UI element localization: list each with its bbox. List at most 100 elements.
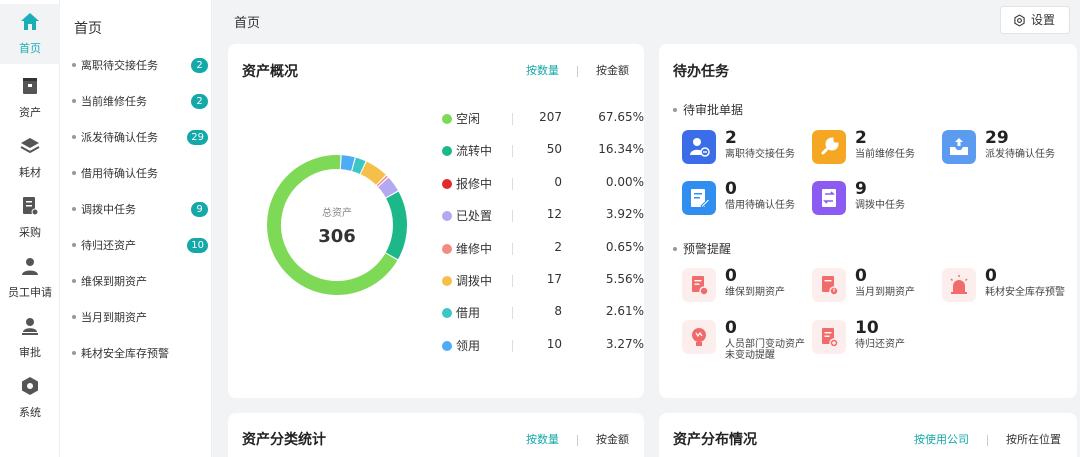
donut-segment-7[interactable] bbox=[352, 157, 366, 174]
layers-icon bbox=[20, 138, 40, 154]
legend-swatch bbox=[442, 211, 452, 222]
menu-item-transfer[interactable]: 调拨中任务 9 bbox=[72, 201, 212, 221]
toggle-by-company[interactable]: 按使用公司 bbox=[914, 433, 969, 446]
donut-segment-8[interactable] bbox=[340, 155, 355, 171]
legend-row[interactable]: 维修中 2 0.65% bbox=[442, 239, 644, 258]
legend-percent: 5.56% bbox=[605, 272, 644, 286]
menu-title: 首页 bbox=[74, 21, 102, 37]
rail-item-approval[interactable]: 审批 bbox=[0, 308, 60, 368]
legend-swatch bbox=[442, 276, 452, 286]
legend-row[interactable]: 流转中 50 16.34% bbox=[442, 142, 644, 160]
menu-item-handover[interactable]: 离职待交接任务 2 bbox=[72, 57, 212, 77]
legend-name: 报修中 bbox=[456, 176, 493, 191]
bulb-alert-icon bbox=[682, 320, 716, 354]
warning-section-title: 预警提醒 bbox=[673, 240, 731, 257]
legend-name: 借用 bbox=[456, 306, 481, 321]
legend-row[interactable]: 已处置 12 3.92% bbox=[442, 207, 644, 225]
breadcrumb: 首页 bbox=[234, 16, 261, 31]
rail-item-employee-apply[interactable]: 员工申请 bbox=[0, 248, 60, 308]
legend-percent: 3.92% bbox=[605, 207, 644, 222]
legend-percent: 0.65% bbox=[605, 239, 644, 254]
menu-item-month-due[interactable]: 当月到期资产 bbox=[72, 309, 212, 329]
asset-category-card: 资产分类统计 按数量 按金额 bbox=[228, 413, 644, 457]
count-badge: 29 bbox=[187, 130, 208, 145]
menu-item-return[interactable]: 待归还资产 10 bbox=[72, 237, 212, 257]
todo-card: 待办任务 待审批单据 2 离职待交接任务 2 当前维修任务 29 派发待确认任务… bbox=[659, 44, 1077, 398]
count-badge: 9 bbox=[191, 202, 208, 217]
icon-rail: 首页 资产 耗材 采购 员工申请 审批 系统 bbox=[0, 0, 60, 457]
rail-item-consumables[interactable]: 耗材 bbox=[0, 128, 60, 188]
overview-toggle: 按数量 按金额 bbox=[526, 62, 629, 78]
asset-donut-chart bbox=[267, 155, 407, 295]
menu-item-stock-warning[interactable]: 耗材安全库存预警 bbox=[72, 345, 212, 365]
card-title: 待办任务 bbox=[673, 64, 729, 80]
donut-center-value: 306 bbox=[318, 226, 356, 247]
legend-swatch bbox=[442, 243, 452, 254]
legend-name: 流转中 bbox=[456, 144, 493, 159]
task-dispatch[interactable]: 29 派发待确认任务 bbox=[942, 128, 1072, 168]
rail-item-asset[interactable]: 资产 bbox=[0, 68, 60, 128]
menu-item-repair[interactable]: 当前维修任务 2 bbox=[72, 93, 212, 113]
warning-return[interactable]: 10 待归还资产 bbox=[812, 318, 942, 358]
legend-count: 12 bbox=[546, 207, 562, 222]
donut-segment-6[interactable] bbox=[360, 161, 386, 185]
warning-month-due[interactable]: 0 当月到期资产 bbox=[812, 266, 942, 306]
menu-item-borrow[interactable]: 借用待确认任务 bbox=[72, 165, 212, 185]
siren-icon bbox=[942, 268, 976, 302]
toggle-by-amount[interactable]: 按金额 bbox=[596, 433, 629, 446]
toggle-by-location[interactable]: 按所在位置 bbox=[1006, 433, 1061, 446]
legend-count: 10 bbox=[546, 336, 562, 351]
legend-count: 2 bbox=[554, 239, 562, 254]
legend-row[interactable]: 空闲 207 67.65% bbox=[442, 110, 644, 128]
task-handover[interactable]: 2 离职待交接任务 bbox=[682, 128, 812, 168]
legend-row[interactable]: 报修中 0 0.00% bbox=[442, 174, 644, 193]
home-icon bbox=[21, 13, 39, 30]
legend-count: 0 bbox=[554, 174, 562, 189]
task-repair[interactable]: 2 当前维修任务 bbox=[812, 128, 942, 168]
legend-name: 已处置 bbox=[456, 209, 493, 224]
edit-doc-icon bbox=[682, 181, 716, 215]
system-icon bbox=[22, 377, 38, 395]
toggle-by-amount[interactable]: 按金额 bbox=[596, 64, 629, 77]
legend-percent: 2.61% bbox=[605, 304, 644, 319]
distribution-toggle: 按使用公司 按所在位置 bbox=[914, 431, 1061, 447]
card-title: 资产分类统计 bbox=[242, 432, 326, 448]
asset-overview-card: 资产概况 按数量 按金额 总资产 306 空闲 207 67.65% 流转中 50 16.3… bbox=[228, 44, 644, 398]
secondary-menu: 首页 离职待交接任务 2 当前维修任务 2 派发待确认任务 29 借用待确认任务 调拨… bbox=[60, 0, 212, 457]
legend-row[interactable]: 借用 8 2.61% bbox=[442, 304, 644, 322]
toggle-by-count[interactable]: 按数量 bbox=[526, 64, 559, 77]
task-borrow[interactable]: 0 借用待确认任务 bbox=[682, 179, 812, 219]
rail-item-purchase[interactable]: 采购 bbox=[0, 188, 60, 248]
task-transfer[interactable]: 9 调拨中任务 bbox=[812, 179, 942, 219]
donut-segment-5[interactable] bbox=[376, 175, 388, 187]
purchase-icon bbox=[23, 197, 39, 216]
toggle-by-count[interactable]: 按数量 bbox=[526, 433, 559, 446]
approve-icon bbox=[22, 318, 38, 335]
transfer-doc-icon bbox=[812, 181, 846, 215]
legend-percent: 16.34% bbox=[598, 142, 644, 157]
menu-item-dispatch[interactable]: 派发待确认任务 29 bbox=[72, 129, 212, 149]
menu-item-maintenance-due[interactable]: 维保到期资产 bbox=[72, 273, 212, 293]
legend-count: 17 bbox=[546, 272, 562, 286]
donut-center-label: 总资产 bbox=[322, 208, 352, 219]
warning-stock[interactable]: 0 耗材安全库存预警 bbox=[942, 266, 1072, 306]
legend-swatch bbox=[442, 146, 452, 157]
legend-row[interactable]: 领用 10 3.27% bbox=[442, 336, 644, 355]
asset-distribution-card: 资产分布情况 按使用公司 按所在位置 bbox=[659, 413, 1077, 457]
rail-item-system[interactable]: 系统 bbox=[0, 368, 60, 428]
maintenance-alert-icon bbox=[682, 268, 716, 302]
pending-section-title: 待审批单据 bbox=[673, 101, 743, 118]
rail-item-home[interactable]: 首页 bbox=[0, 4, 60, 64]
warning-dept-change[interactable]: 0 人员部门变动资产未变动提醒 bbox=[682, 318, 812, 361]
count-badge: 2 bbox=[191, 94, 208, 109]
legend-swatch bbox=[442, 114, 452, 124]
warning-maintenance-due[interactable]: 0 维保到期资产 bbox=[682, 266, 812, 306]
legend-row[interactable]: 调拨中 17 5.56% bbox=[442, 272, 644, 290]
handover-icon bbox=[682, 130, 716, 164]
settings-button[interactable]: 设置 bbox=[1000, 6, 1070, 34]
user-icon bbox=[22, 258, 38, 275]
category-toggle: 按数量 按金额 bbox=[526, 431, 629, 447]
donut-segment-4[interactable] bbox=[378, 177, 398, 198]
gear-icon bbox=[1014, 14, 1025, 27]
inbox-upload-icon bbox=[942, 130, 976, 164]
